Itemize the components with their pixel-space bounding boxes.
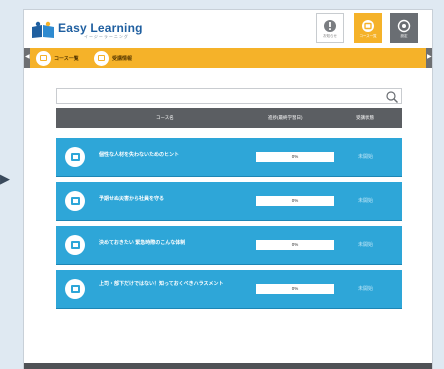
app-window: Easy Learning イージーラーニング お知らせ コース一覧 設定 ◀ … xyxy=(24,10,432,369)
progress-bar: 0% xyxy=(256,152,334,162)
course-status: 未開始 xyxy=(358,242,374,248)
course-title: 上司・部下だけではない！知っておくべきハラスメント xyxy=(99,281,224,287)
column-header-status: 受講状態 xyxy=(356,115,374,120)
search-box xyxy=(56,88,402,108)
course-icon xyxy=(36,50,51,66)
scroll-left-button[interactable]: ◀ xyxy=(24,48,30,68)
settings-button[interactable]: 設定 xyxy=(390,13,418,43)
column-header-course-name: コース名 xyxy=(156,115,174,120)
progress-bar: 0% xyxy=(256,240,334,250)
course-icon xyxy=(65,191,85,211)
logo[interactable]: Easy Learning イージーラーニング xyxy=(30,19,143,41)
table-header: コース名 進捗(最終学習日) 受講状態 xyxy=(56,108,402,128)
course-icon xyxy=(362,19,374,32)
logo-title: Easy Learning xyxy=(58,20,143,35)
course-status: 未開始 xyxy=(358,286,374,292)
progress-text: 0% xyxy=(291,242,299,247)
breadcrumb: ◀ コース一覧 受講情報 ▶ xyxy=(24,48,432,68)
progress-text: 0% xyxy=(291,198,299,203)
course-icon xyxy=(65,147,85,167)
progress-bar: 0% xyxy=(256,284,334,294)
course-row[interactable]: 上司・部下だけではない！知っておくべきハラスメント 0% 未開始 xyxy=(56,270,402,308)
course-row[interactable]: 決めておきたい 緊急時際のこんな体制 0% 未開始 xyxy=(56,226,402,264)
breadcrumb-item-enrollment[interactable]: 受講情報 xyxy=(94,50,132,66)
breadcrumb-label: コース一覧 xyxy=(54,55,79,62)
breadcrumb-item-course-list[interactable]: コース一覧 xyxy=(36,50,79,66)
notice-button[interactable]: お知らせ xyxy=(316,13,344,43)
search-icon[interactable] xyxy=(385,90,399,104)
progress-text: 0% xyxy=(291,154,299,159)
column-header-progress: 進捗(最終学習日) xyxy=(268,115,303,120)
course-title: 個性な人材を失わないためのヒント xyxy=(99,152,180,158)
exclamation-icon xyxy=(324,19,336,32)
app-header: Easy Learning イージーラーニング お知らせ コース一覧 設定 xyxy=(24,10,432,48)
progress-bar: 0% xyxy=(256,196,334,206)
course-title: 予期せぬ災害から社員を守る xyxy=(99,196,165,202)
footer-bar xyxy=(24,363,432,369)
logo-subtitle: イージーラーニング xyxy=(84,33,129,39)
course-icon xyxy=(94,50,109,66)
course-row[interactable]: 個性な人材を失わないためのヒント 0% 未開始 xyxy=(56,138,402,176)
scroll-right-button[interactable]: ▶ xyxy=(426,48,432,68)
settings-label: 設定 xyxy=(400,33,408,38)
search-input[interactable] xyxy=(57,94,377,108)
course-list-label: コース一覧 xyxy=(359,33,377,38)
breadcrumb-label: 受講情報 xyxy=(112,55,133,62)
course-status: 未開始 xyxy=(358,198,374,204)
course-row[interactable]: 予期せぬ災害から社員を守る 0% 未開始 xyxy=(56,182,402,220)
course-icon xyxy=(65,235,85,255)
progress-text: 0% xyxy=(291,286,299,291)
notice-label: お知らせ xyxy=(323,33,337,38)
gear-icon xyxy=(397,19,411,32)
course-title: 決めておきたい 緊急時際のこんな体制 xyxy=(99,240,186,246)
course-list-button[interactable]: コース一覧 xyxy=(354,13,382,43)
course-icon xyxy=(65,279,85,299)
course-status: 未開始 xyxy=(358,154,374,160)
pointer-arrow-icon: ▶ xyxy=(0,172,10,187)
book-logo-icon xyxy=(30,21,56,39)
